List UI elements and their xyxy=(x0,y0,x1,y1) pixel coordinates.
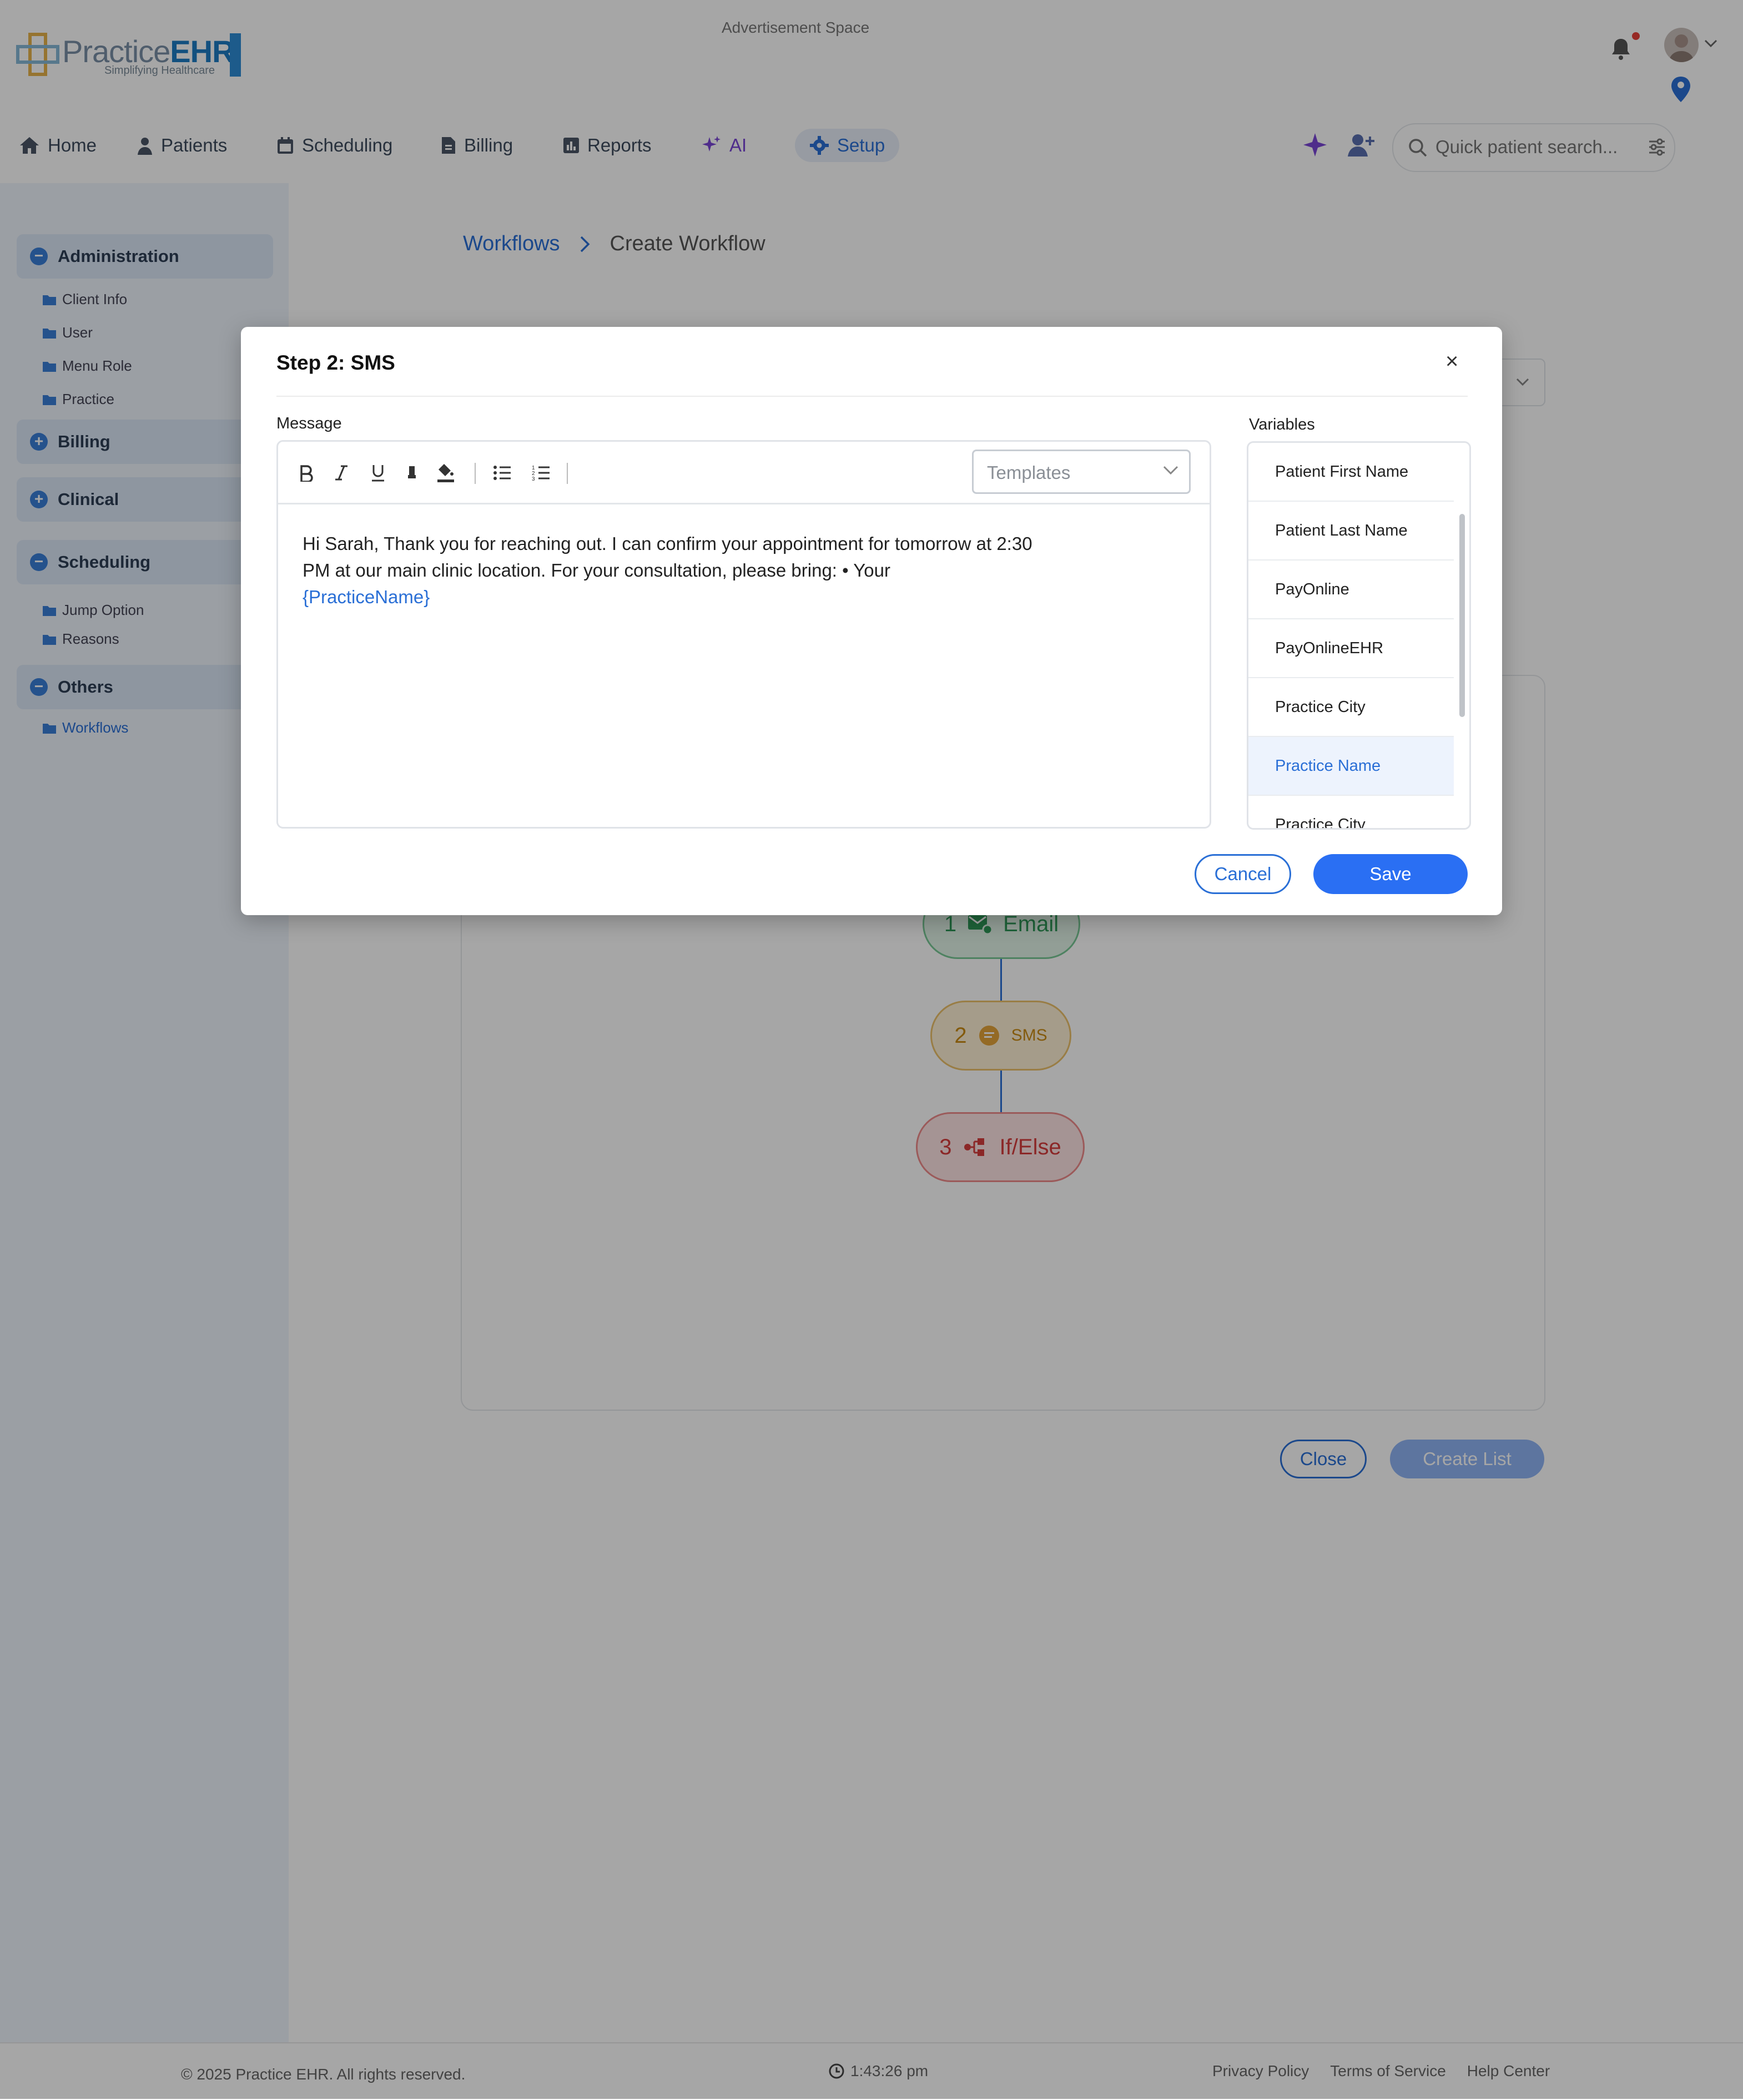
variables-scrollbar[interactable] xyxy=(1459,514,1465,717)
underline-icon xyxy=(372,465,384,482)
message-label: Message xyxy=(276,415,342,432)
bullet-list-button[interactable] xyxy=(491,462,513,484)
toolbar-divider xyxy=(475,463,476,484)
bold-button[interactable] xyxy=(295,462,317,484)
message-body[interactable]: Hi Sarah, Thank you for reaching out. I … xyxy=(303,531,1035,610)
modal-title: Step 2: SMS xyxy=(276,351,395,374)
highlighter-icon xyxy=(408,466,416,478)
sms-step-modal: Step 2: SMS × Message Variables 123 Temp… xyxy=(241,327,1502,915)
chevron-down-icon xyxy=(1163,466,1178,475)
numbered-list-icon: 123 xyxy=(532,465,550,482)
numbered-list-button[interactable]: 123 xyxy=(530,462,552,484)
italic-icon xyxy=(335,465,347,481)
variable-item[interactable]: Patient Last Name xyxy=(1248,502,1454,561)
modal-divider xyxy=(276,396,1468,397)
variable-item-selected[interactable]: Practice Name xyxy=(1248,737,1454,796)
variable-item[interactable]: Practice City xyxy=(1248,796,1454,829)
highlight-button[interactable] xyxy=(401,462,424,484)
message-variable-token: {PracticeName} xyxy=(303,587,430,607)
variables-list: Patient First Name Patient Last Name Pay… xyxy=(1247,441,1471,830)
underline-button[interactable] xyxy=(367,462,389,484)
message-text: Hi Sarah, Thank you for reaching out. I … xyxy=(303,533,1032,580)
close-icon[interactable]: × xyxy=(1445,349,1458,374)
templates-placeholder: Templates xyxy=(987,462,1071,483)
variable-item[interactable]: PayOnlineEHR xyxy=(1248,619,1454,678)
toolbar-divider xyxy=(567,463,568,484)
message-editor: 123 Templates Hi Sarah, Thank you for re… xyxy=(276,440,1211,829)
paint-bucket-icon xyxy=(437,464,454,482)
variables-label: Variables xyxy=(1249,416,1315,433)
editor-toolbar: 123 Templates xyxy=(278,442,1210,504)
templates-dropdown[interactable]: Templates xyxy=(972,450,1191,494)
variable-item[interactable]: Practice City xyxy=(1248,678,1454,737)
italic-button[interactable] xyxy=(330,462,352,484)
save-button[interactable]: Save xyxy=(1313,854,1468,894)
bullet-list-icon xyxy=(493,466,511,480)
svg-text:3: 3 xyxy=(532,476,535,482)
modal-backdrop[interactable] xyxy=(0,0,1743,2099)
cancel-button[interactable]: Cancel xyxy=(1195,854,1291,894)
variable-item[interactable]: PayOnline xyxy=(1248,561,1454,619)
variable-item[interactable]: Patient First Name xyxy=(1248,443,1454,502)
fill-color-button[interactable] xyxy=(435,462,457,484)
bold-icon xyxy=(300,465,313,482)
